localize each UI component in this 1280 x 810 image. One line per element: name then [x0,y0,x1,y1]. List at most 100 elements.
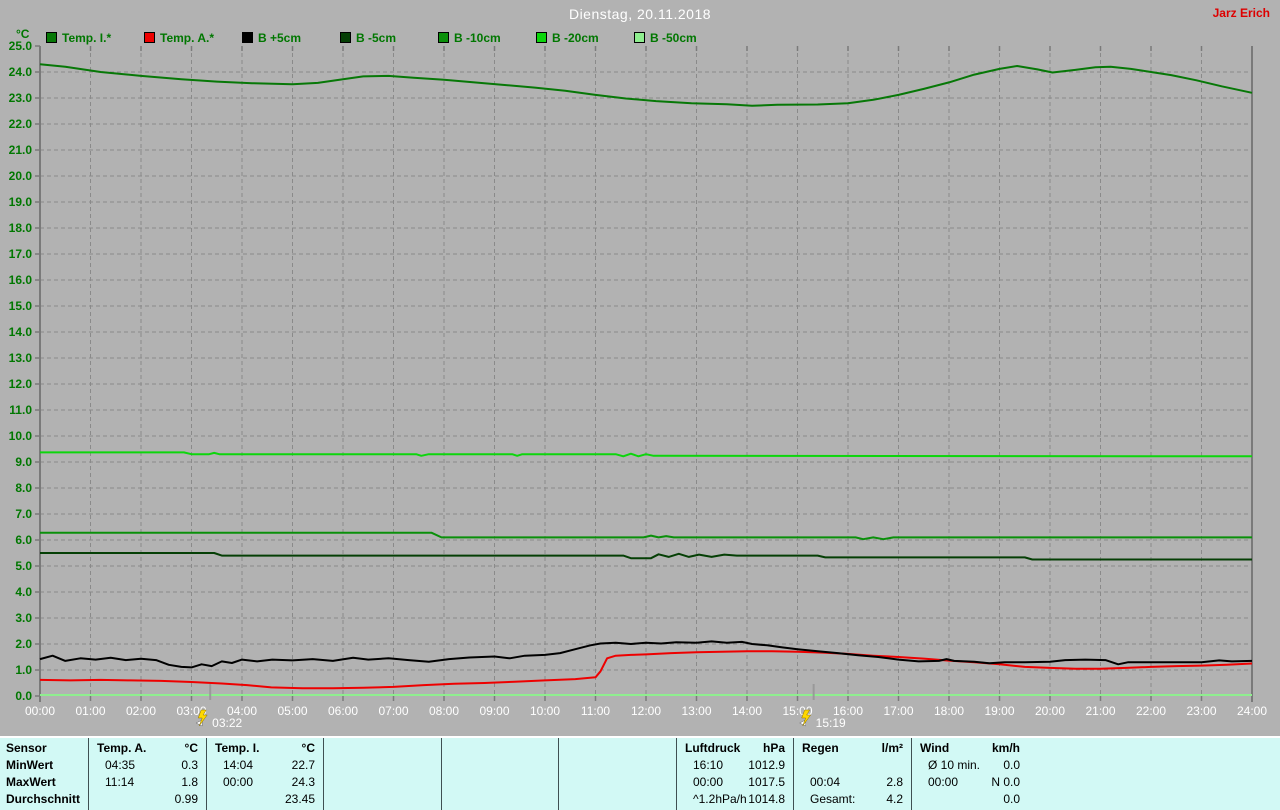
stats-col-header: Wind [920,741,950,755]
stats-col-header [442,740,450,757]
stats-cell-time: 04:35 [105,758,136,772]
y-axis-label: 4.0 [15,585,32,599]
legend-swatch [438,32,449,43]
x-axis-label: 20:00 [1035,704,1065,718]
stats-cell-value: 23.45 [284,792,315,806]
legend-item-b-10cm: B -10cm [438,29,501,45]
stats-cell-time [559,757,575,774]
stats-cell-value [668,774,676,791]
legend-item-label: B +5cm [258,31,302,45]
stats-cell-value: 0.99 [174,792,198,806]
y-axis-label: 20.0 [9,169,33,183]
stats-cell-value: 1014.8 [748,792,785,806]
stats-cell-value: 0.3 [181,758,198,772]
x-axis-label: 08:00 [429,704,459,718]
stats-cell-value [550,757,558,774]
y-axis-label: 19.0 [9,195,33,209]
stats-column-luftdruck: Luftdruck hPa 16:10 1012.9 00:00 1017.5 ^1.2hP… [676,738,793,810]
y-axis-label: 24.0 [9,65,33,79]
stats-row-label: Sensor [6,741,47,755]
stats-row-label: MaxWert [6,775,56,789]
y-axis-label: 11.0 [9,403,32,417]
chart-canvas[interactable]: 25.0 24.0 23.0 22.0 21.0 20.0 19.0 18.0 17.0 16.0… [0,0,1280,737]
stats-cell-value: 24.3 [291,775,315,789]
stats-col-header [324,740,332,757]
stats-cell-time: 16:10 [693,758,724,772]
y-axis-label: 22.0 [9,117,33,131]
stats-cell-time: 00:00 [223,775,254,789]
y-axis-label: 17.0 [9,247,33,261]
stats-cell-time [207,791,223,808]
legend-swatch [46,32,57,43]
legend-swatch [536,32,547,43]
stats-cell-time [442,774,458,791]
legend-item-temp-a: Temp. A.* [144,29,214,45]
y-axis-label: 5.0 [15,559,32,573]
x-axis-label: 24:00 [1237,704,1267,718]
legend-item-label: B -10cm [454,31,501,45]
stats-row-label: Durchschnitt [6,792,81,806]
stats-cell-time [89,791,105,808]
legend-swatch [242,32,253,43]
event-marker-time: 03:22 [212,716,242,730]
x-axis-label: 19:00 [984,704,1014,718]
y-axis-label: 21.0 [9,143,33,157]
stats-cell-value [550,774,558,791]
legend-item-label: Temp. A.* [160,31,215,45]
stats-cell-time [442,757,458,774]
stats-cell-value: 2.8 [886,775,903,789]
stats-cell-time: 14:04 [223,758,254,772]
stats-cell-value: 1017.5 [748,775,785,789]
weather-logger-window: 25.0 24.0 23.0 22.0 21.0 20.0 19.0 18.0 17.0 16.0… [0,0,1280,810]
stats-column-empty [558,738,676,810]
x-axis-label: 00:00 [25,704,55,718]
stats-col-header [559,740,567,757]
y-axis-label: 10.0 [9,429,33,443]
x-axis-label: 07:00 [378,704,408,718]
stats-cell-time: ^1.2hPa/h [693,792,747,806]
stats-column-empty [441,738,558,810]
stats-cell-value: 1.8 [181,775,198,789]
stats-column-empty [323,738,441,810]
stats-column-regen: Regen l/m² 00:04 2.8 Gesamt: 4.2 [793,738,911,810]
x-axis-label: 01:00 [75,704,105,718]
legend-item-b-5cm: B -5cm [340,29,396,45]
stats-cell-value [550,791,558,808]
stats-col-unit: l/m² [881,741,903,755]
stats-col-header: Temp. I. [215,741,260,755]
x-axis-label: 12:00 [631,704,661,718]
stats-cell-value [433,774,441,791]
stats-cell-value: 4.2 [886,792,903,806]
stats-cell-value: N 0.0 [991,775,1020,789]
stats-cell-time [794,757,810,774]
x-axis-label: 10:00 [530,704,560,718]
y-axis-label: 13.0 [9,351,33,365]
stats-cell-time: 00:00 [928,775,959,789]
stats-col-unit [668,740,676,757]
legend-item-b-50cm: B -50cm [634,29,697,45]
stats-row-label: MinWert [6,758,54,772]
y-axis-label: 23.0 [9,91,33,105]
legend-item-label: B -50cm [650,31,697,45]
y-axis-label: 9.0 [15,455,32,469]
legend-item-label: Temp. I.* [62,31,112,45]
y-axis-label: 8.0 [15,481,32,495]
y-axis-unit: °C [16,27,30,41]
y-axis-label: 14.0 [9,325,33,339]
stats-cell-value [433,791,441,808]
legend-item-label: B -5cm [356,31,397,45]
legend-swatch [340,32,351,43]
stats-cell-time: 00:04 [810,775,841,789]
event-marker-time: 15:19 [816,716,846,730]
stats-col-unit [433,740,441,757]
y-axis-label: 3.0 [15,611,32,625]
x-axis-label: 13:00 [681,704,711,718]
y-axis-label: 7.0 [15,507,32,521]
stats-cell-time: Gesamt: [810,792,856,806]
x-axis-label: 18:00 [934,704,964,718]
stats-col-unit: hPa [762,741,785,755]
legend-swatch [144,32,155,43]
legend-item-b-20cm: B -20cm [536,29,599,45]
y-axis-label: 1.0 [15,663,32,677]
stats-cell-time [442,791,458,808]
